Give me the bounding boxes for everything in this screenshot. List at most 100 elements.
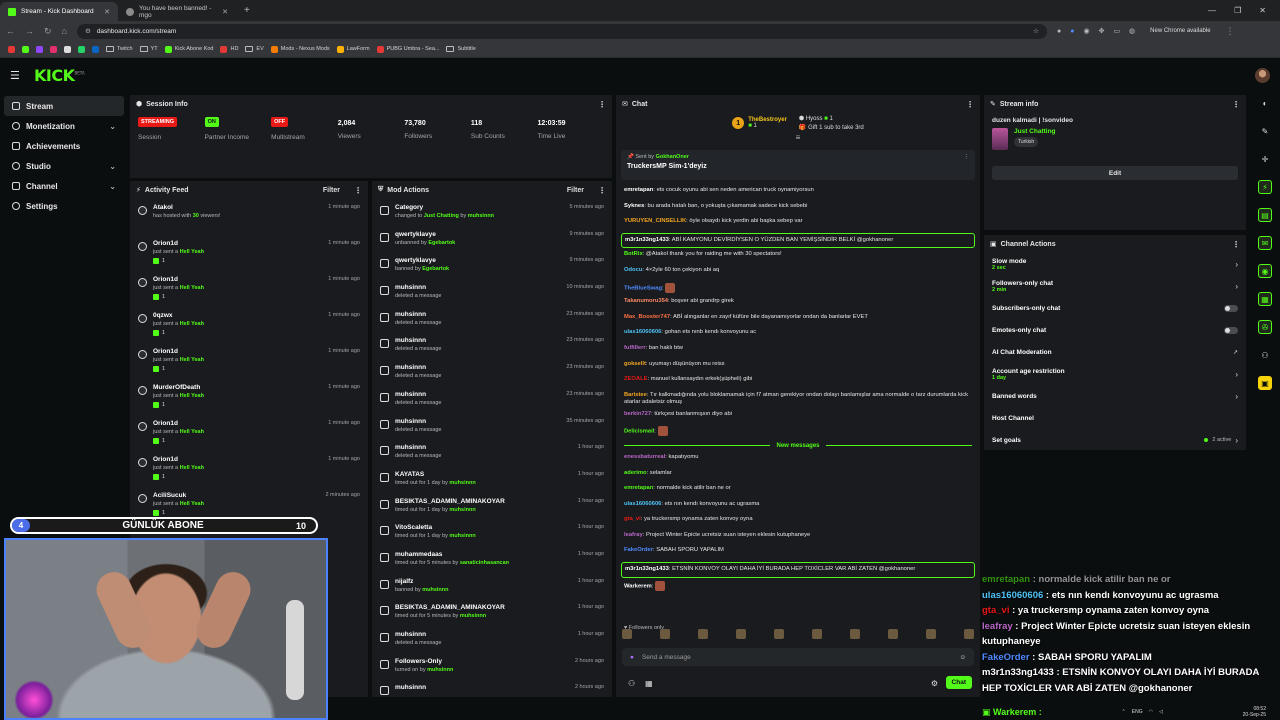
mod-action-item[interactable]: KAYATAS timed out for 1 day by muhsinnn 1 … bbox=[376, 468, 608, 495]
language-indicator[interactable]: ENG bbox=[1132, 709, 1143, 715]
chat-username[interactable]: berkin727 bbox=[624, 411, 651, 417]
chat-username[interactable]: YURUYEN_CINSELLIK bbox=[624, 218, 686, 224]
chat-username[interactable]: Warkerem bbox=[624, 583, 652, 589]
browser-tab-kick-dashboard[interactable]: Stream - Kick Dashboard ✕ bbox=[0, 2, 118, 21]
more-options-icon[interactable]: ⋮ bbox=[598, 100, 606, 109]
bookmark-hd[interactable]: HD bbox=[220, 45, 238, 53]
wrench-icon[interactable]: ✇ bbox=[1258, 320, 1272, 334]
mod-action-item[interactable]: qwertyklavye unbanned by Egebartok 9 minut… bbox=[376, 228, 608, 255]
grid-icon[interactable]: ▦ bbox=[1258, 292, 1272, 306]
mod-action-item[interactable]: muhsinnn deleted a message 10 minutes ago bbox=[376, 281, 608, 308]
edit-stream-info-button[interactable]: Edit bbox=[992, 166, 1238, 180]
external-link-icon[interactable]: ↗ bbox=[1233, 349, 1238, 356]
bookmark-nexus-mods[interactable]: Mods - Nexus Mods bbox=[270, 45, 330, 53]
chat-username[interactable]: BotRix bbox=[624, 251, 643, 257]
more-options-icon[interactable]: ⋮ bbox=[1232, 100, 1240, 109]
address-bar[interactable]: ⚙ dashboard.kick.com/stream ☆ bbox=[76, 23, 1047, 39]
gift-entry[interactable]: ⬢ Hyoss ■ 1 🎁 Gift 1 sub to take 3rd bbox=[799, 115, 864, 131]
volume-icon[interactable]: ◁ bbox=[1159, 709, 1163, 715]
trophy-icon[interactable]: ▣ bbox=[1258, 376, 1272, 390]
microphone-icon[interactable]: ● bbox=[630, 654, 634, 661]
mod-action-item[interactable]: Followers-Only turned on by muhsinnn 2 hou… bbox=[376, 655, 608, 682]
activity-item[interactable]: Orion1d just sent a Hell Yeah 1 1 minute ag… bbox=[134, 273, 364, 309]
chat-username[interactable]: emretapan bbox=[624, 485, 653, 491]
chat-icon[interactable]: ✉ bbox=[1258, 236, 1272, 250]
minimize-icon[interactable]: — bbox=[1208, 6, 1216, 15]
chat-username[interactable]: goksellt bbox=[624, 361, 646, 367]
channel-action-item[interactable]: Banned words › bbox=[984, 385, 1246, 407]
emote-icon[interactable] bbox=[926, 629, 936, 639]
chat-username[interactable]: Syknes bbox=[624, 203, 644, 209]
emote-icon[interactable] bbox=[964, 629, 974, 639]
new-tab-icon[interactable]: + bbox=[236, 5, 258, 16]
x-bookmark-icon[interactable] bbox=[64, 45, 71, 53]
chat-input[interactable]: ● Send a message ☺ bbox=[622, 648, 974, 666]
more-options-icon[interactable]: ⋮ bbox=[1232, 240, 1240, 249]
kick-logo[interactable]: KICKBETA bbox=[34, 66, 85, 85]
more-options-icon[interactable]: ⋮ bbox=[598, 186, 606, 195]
chat-username[interactable]: leafray bbox=[624, 532, 643, 538]
kick-bookmark-icon[interactable] bbox=[22, 45, 29, 53]
extension-icon[interactable]: ◉ bbox=[1083, 27, 1089, 35]
menu-icon[interactable]: ☰ bbox=[10, 69, 28, 82]
sidebar-item-studio[interactable]: Studio ⌄ bbox=[4, 156, 124, 176]
close-tab-icon[interactable]: ✕ bbox=[104, 8, 110, 16]
more-options-icon[interactable]: ⋮ bbox=[354, 186, 362, 195]
sidebar-toggle-icon[interactable]: ▭ bbox=[1113, 27, 1120, 35]
activity-item[interactable]: Orion1d just sent a Hell Yeah 1 1 minute ag… bbox=[134, 417, 364, 453]
browser-tab-banned[interactable]: You have been banned! - mgo ✕ bbox=[118, 2, 236, 21]
chat-username[interactable]: Delicismail bbox=[624, 429, 654, 435]
home-icon[interactable]: ⌂ bbox=[62, 26, 67, 36]
mod-action-item[interactable]: nijalfz banned by muhsinnn 1 hour ago bbox=[376, 575, 608, 602]
moon-icon[interactable]: ◐ bbox=[1258, 96, 1272, 110]
bookmark-subtitle[interactable]: Subtitle bbox=[446, 46, 476, 52]
chat-username[interactable]: enessbaturreal bbox=[624, 454, 665, 460]
bookmark-yt[interactable]: YT bbox=[139, 46, 158, 52]
pen-icon[interactable]: ✎ bbox=[1258, 124, 1272, 138]
sidebar-item-monetization[interactable]: Monetization ⌄ bbox=[4, 116, 124, 136]
sidebar-item-settings[interactable]: Settings bbox=[4, 196, 124, 216]
bookmark-kick-abone[interactable]: Kick Abone Kod bbox=[164, 45, 213, 53]
mod-action-item[interactable]: muhsinnn deleted a message 1 hour ago bbox=[376, 441, 608, 468]
emote-icon[interactable] bbox=[660, 629, 670, 639]
instagram-bookmark-icon[interactable] bbox=[50, 45, 57, 53]
emote-icon[interactable] bbox=[736, 629, 746, 639]
mod-action-item[interactable]: muhsinnn deleted a message 23 minutes ago bbox=[376, 361, 608, 388]
mod-action-item[interactable]: Category changed to Just Chatting by muhs… bbox=[376, 201, 608, 228]
mod-action-item[interactable]: muhammedaas timed out for 5 minutes by sa… bbox=[376, 548, 608, 575]
channel-action-item[interactable]: Subscribers-only chat bbox=[984, 297, 1246, 319]
taskbar-clock[interactable]: 08:52 20-Sep-25 bbox=[1243, 706, 1280, 718]
chrome-menu-icon[interactable]: ⋮ bbox=[1226, 26, 1235, 37]
collapse-chevron-icon[interactable]: ≡ bbox=[616, 133, 980, 142]
extension-icon[interactable]: ● bbox=[1057, 28, 1061, 35]
filter-button[interactable]: Filter bbox=[323, 187, 340, 194]
emote-icon[interactable] bbox=[774, 629, 784, 639]
close-window-icon[interactable]: ✕ bbox=[1259, 6, 1266, 15]
reload-icon[interactable]: ↻ bbox=[44, 26, 52, 37]
send-chat-button[interactable]: Chat bbox=[945, 676, 972, 689]
chat-username[interactable]: m3r1n33ng1433 bbox=[625, 237, 669, 243]
sidebar-item-stream[interactable]: Stream bbox=[4, 96, 124, 116]
activity-item[interactable]: Orion1d just sent a Hell Yeah 1 1 minute ag… bbox=[134, 345, 364, 381]
filter-button[interactable]: Filter bbox=[567, 187, 584, 194]
bookmark-lawform[interactable]: LawForm bbox=[336, 45, 370, 53]
puzzle-extensions-icon[interactable]: ✥ bbox=[1099, 27, 1105, 35]
chat-username[interactable]: TheBlueSwag bbox=[624, 285, 662, 291]
mod-action-item[interactable]: muhsinnn deleted a message 23 minutes ago bbox=[376, 388, 608, 415]
profile-icon[interactable]: ◍ bbox=[1129, 27, 1135, 35]
more-options-icon[interactable]: ⋮ bbox=[966, 100, 974, 109]
toggle-switch[interactable] bbox=[1224, 326, 1238, 334]
channel-action-item[interactable]: Account age restriction 1 day › bbox=[984, 363, 1246, 385]
youtube-bookmark-icon[interactable] bbox=[8, 45, 15, 53]
bookmark-star-icon[interactable]: ☆ bbox=[1033, 27, 1039, 35]
mod-action-item[interactable]: VitoScaletta timed out for 1 day by muhsi… bbox=[376, 521, 608, 548]
mod-action-item[interactable]: BESIKTAS_ADAMIN_AMINAKOYAR timed out for … bbox=[376, 601, 608, 628]
pin-action-icon[interactable]: ⋮ bbox=[964, 154, 970, 160]
chat-username[interactable]: m3r1n33ng1433 bbox=[625, 566, 669, 572]
bookmark-twitch[interactable]: Twitch bbox=[106, 46, 133, 52]
chat-username[interactable]: Baristee bbox=[624, 392, 647, 398]
broadcast-icon[interactable]: ◉ bbox=[1258, 264, 1272, 278]
chat-username[interactable]: Odocu bbox=[624, 267, 642, 273]
user-avatar[interactable] bbox=[1255, 67, 1270, 83]
activity-item[interactable]: 0qzwx just sent a Hell Yeah 1 1 minute ago bbox=[134, 309, 364, 345]
